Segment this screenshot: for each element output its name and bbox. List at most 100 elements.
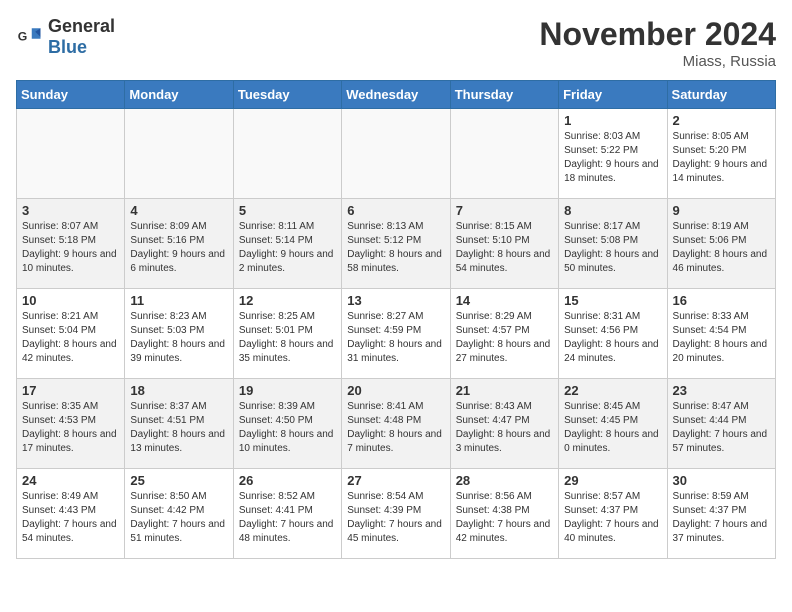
day-number: 7 (456, 203, 553, 218)
day-info: Sunrise: 8:25 AM Sunset: 5:01 PM Dayligh… (239, 310, 336, 366)
day-number: 13 (347, 293, 444, 308)
day-number: 5 (239, 203, 336, 218)
day-number: 30 (673, 473, 770, 488)
day-number: 28 (456, 473, 553, 488)
day-number: 21 (456, 383, 553, 398)
day-number: 22 (564, 383, 661, 398)
day-info: Sunrise: 8:03 AM Sunset: 5:22 PM Dayligh… (564, 130, 661, 186)
day-info: Sunrise: 8:41 AM Sunset: 4:48 PM Dayligh… (347, 400, 444, 456)
svg-text:G: G (18, 30, 28, 44)
day-info: Sunrise: 8:50 AM Sunset: 4:42 PM Dayligh… (130, 490, 227, 546)
day-info: Sunrise: 8:33 AM Sunset: 4:54 PM Dayligh… (673, 310, 770, 366)
day-cell: 4Sunrise: 8:09 AM Sunset: 5:16 PM Daylig… (125, 199, 233, 289)
day-info: Sunrise: 8:19 AM Sunset: 5:06 PM Dayligh… (673, 220, 770, 276)
logo-blue: Blue (48, 37, 87, 57)
month-title: November 2024 (539, 16, 776, 53)
day-number: 17 (22, 383, 119, 398)
day-cell: 25 Sunrise: 8:50 AM Sunset: 4:42 PM Dayli… (125, 469, 233, 559)
day-number: 15 (564, 293, 661, 308)
logo-general: General (48, 16, 115, 36)
day-cell (342, 109, 450, 199)
day-cell: 24 Sunrise: 8:49 AM Sunset: 4:43 PM Dayli… (17, 469, 125, 559)
day-cell (450, 109, 558, 199)
day-header-thursday: Thursday (450, 81, 558, 109)
day-info: Sunrise: 8:35 AM Sunset: 4:53 PM Dayligh… (22, 400, 119, 456)
day-cell: 6Sunrise: 8:13 AM Sunset: 5:12 PM Daylig… (342, 199, 450, 289)
day-header-friday: Friday (559, 81, 667, 109)
logo-text: General Blue (48, 16, 115, 58)
day-info: Sunrise: 8:15 AM Sunset: 5:10 PM Dayligh… (456, 220, 553, 276)
day-info: Sunrise: 8:11 AM Sunset: 5:14 PM Dayligh… (239, 220, 336, 276)
day-number: 9 (673, 203, 770, 218)
day-cell (125, 109, 233, 199)
day-cell: 19Sunrise: 8:39 AM Sunset: 4:50 PM Dayli… (233, 379, 341, 469)
day-number: 1 (564, 113, 661, 128)
day-info: Sunrise: 8:17 AM Sunset: 5:08 PM Dayligh… (564, 220, 661, 276)
day-number: 24 (22, 473, 119, 488)
day-info: Sunrise: 8:49 AM Sunset: 4:43 PM Dayligh… (22, 490, 119, 546)
location: Miass, Russia (539, 53, 776, 70)
day-cell: 27 Sunrise: 8:54 AM Sunset: 4:39 PM Dayli… (342, 469, 450, 559)
day-number: 23 (673, 383, 770, 398)
day-cell: 12 Sunrise: 8:25 AM Sunset: 5:01 PM Dayli… (233, 289, 341, 379)
logo-icon: G (16, 23, 44, 51)
day-info: Sunrise: 8:52 AM Sunset: 4:41 PM Dayligh… (239, 490, 336, 546)
day-cell: 2 Sunrise: 8:05 AM Sunset: 5:20 PM Daylig… (667, 109, 775, 199)
day-cell: 8Sunrise: 8:17 AM Sunset: 5:08 PM Daylig… (559, 199, 667, 289)
page-header: G General Blue November 2024 Miass, Russ… (16, 16, 776, 70)
day-cell: 14Sunrise: 8:29 AM Sunset: 4:57 PM Dayli… (450, 289, 558, 379)
day-cell: 5 Sunrise: 8:11 AM Sunset: 5:14 PM Daylig… (233, 199, 341, 289)
day-number: 11 (130, 293, 227, 308)
day-cell: 21Sunrise: 8:43 AM Sunset: 4:47 PM Dayli… (450, 379, 558, 469)
day-info: Sunrise: 8:21 AM Sunset: 5:04 PM Dayligh… (22, 310, 119, 366)
day-number: 27 (347, 473, 444, 488)
day-number: 3 (22, 203, 119, 218)
day-info: Sunrise: 8:45 AM Sunset: 4:45 PM Dayligh… (564, 400, 661, 456)
day-info: Sunrise: 8:57 AM Sunset: 4:37 PM Dayligh… (564, 490, 661, 546)
day-header-wednesday: Wednesday (342, 81, 450, 109)
week-row-1: 1 Sunrise: 8:03 AM Sunset: 5:22 PM Daylig… (17, 109, 776, 199)
day-info: Sunrise: 8:54 AM Sunset: 4:39 PM Dayligh… (347, 490, 444, 546)
day-number: 18 (130, 383, 227, 398)
week-row-4: 17 Sunrise: 8:35 AM Sunset: 4:53 PM Dayli… (17, 379, 776, 469)
day-number: 20 (347, 383, 444, 398)
day-number: 29 (564, 473, 661, 488)
day-number: 12 (239, 293, 336, 308)
header-row: SundayMondayTuesdayWednesdayThursdayFrid… (17, 81, 776, 109)
day-cell: 13Sunrise: 8:27 AM Sunset: 4:59 PM Dayli… (342, 289, 450, 379)
day-number: 25 (130, 473, 227, 488)
day-cell: 16Sunrise: 8:33 AM Sunset: 4:54 PM Dayli… (667, 289, 775, 379)
week-row-2: 3 Sunrise: 8:07 AM Sunset: 5:18 PM Daylig… (17, 199, 776, 289)
day-header-saturday: Saturday (667, 81, 775, 109)
day-info: Sunrise: 8:56 AM Sunset: 4:38 PM Dayligh… (456, 490, 553, 546)
day-header-tuesday: Tuesday (233, 81, 341, 109)
day-info: Sunrise: 8:05 AM Sunset: 5:20 PM Dayligh… (673, 130, 770, 186)
day-info: Sunrise: 8:47 AM Sunset: 4:44 PM Dayligh… (673, 400, 770, 456)
day-cell: 7 Sunrise: 8:15 AM Sunset: 5:10 PM Daylig… (450, 199, 558, 289)
day-cell: 3 Sunrise: 8:07 AM Sunset: 5:18 PM Daylig… (17, 199, 125, 289)
day-info: Sunrise: 8:07 AM Sunset: 5:18 PM Dayligh… (22, 220, 119, 276)
day-cell: 18 Sunrise: 8:37 AM Sunset: 4:51 PM Dayli… (125, 379, 233, 469)
day-cell (17, 109, 125, 199)
day-cell: 29 Sunrise: 8:57 AM Sunset: 4:37 PM Dayli… (559, 469, 667, 559)
day-info: Sunrise: 8:09 AM Sunset: 5:16 PM Dayligh… (130, 220, 227, 276)
day-header-monday: Monday (125, 81, 233, 109)
calendar-table: SundayMondayTuesdayWednesdayThursdayFrid… (16, 80, 776, 559)
week-row-5: 24 Sunrise: 8:49 AM Sunset: 4:43 PM Dayli… (17, 469, 776, 559)
day-number: 6 (347, 203, 444, 218)
day-cell: 10 Sunrise: 8:21 AM Sunset: 5:04 PM Dayli… (17, 289, 125, 379)
day-cell: 11Sunrise: 8:23 AM Sunset: 5:03 PM Dayli… (125, 289, 233, 379)
day-cell: 1 Sunrise: 8:03 AM Sunset: 5:22 PM Daylig… (559, 109, 667, 199)
day-cell: 22 Sunrise: 8:45 AM Sunset: 4:45 PM Dayli… (559, 379, 667, 469)
title-area: November 2024 Miass, Russia (539, 16, 776, 70)
day-header-sunday: Sunday (17, 81, 125, 109)
day-cell: 17 Sunrise: 8:35 AM Sunset: 4:53 PM Dayli… (17, 379, 125, 469)
day-info: Sunrise: 8:37 AM Sunset: 4:51 PM Dayligh… (130, 400, 227, 456)
day-cell: 26 Sunrise: 8:52 AM Sunset: 4:41 PM Dayli… (233, 469, 341, 559)
day-info: Sunrise: 8:31 AM Sunset: 4:56 PM Dayligh… (564, 310, 661, 366)
day-number: 10 (22, 293, 119, 308)
day-number: 26 (239, 473, 336, 488)
day-number: 2 (673, 113, 770, 128)
day-info: Sunrise: 8:59 AM Sunset: 4:37 PM Dayligh… (673, 490, 770, 546)
day-info: Sunrise: 8:29 AM Sunset: 4:57 PM Dayligh… (456, 310, 553, 366)
